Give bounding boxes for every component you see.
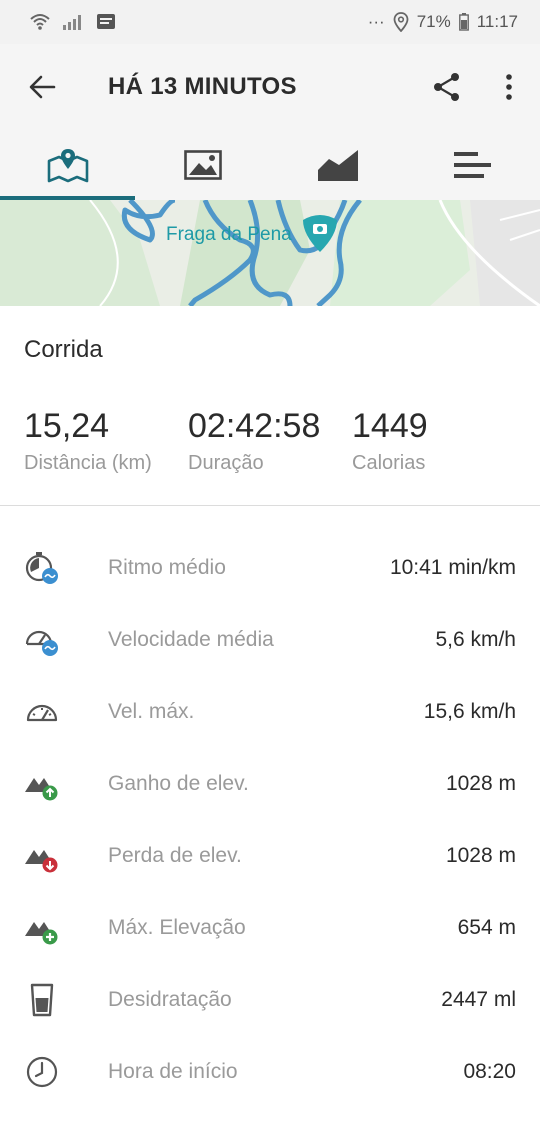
- status-bar: ··· 71% 11:17: [0, 0, 540, 44]
- location-icon: [393, 12, 409, 32]
- wifi-icon: [30, 14, 50, 30]
- stat-label: Ganho de elev.: [108, 772, 249, 795]
- avg-speed-icon: [24, 622, 60, 658]
- tab-bar: [0, 130, 540, 200]
- stat-label: Ritmo médio: [108, 556, 226, 579]
- stat-value: 1028 m: [445, 772, 516, 795]
- stat-row-avg-pace: Ritmo médio 10:41 min/km: [0, 532, 540, 604]
- summary-label: Calorias: [352, 452, 426, 474]
- battery-icon: [458, 13, 469, 31]
- stat-row-start-time: Hora de início 08:20: [0, 1036, 540, 1108]
- chart-icon: [317, 150, 358, 181]
- stat-value: 2447 ml: [441, 988, 516, 1011]
- tab-map[interactable]: [0, 130, 135, 200]
- stat-row-max-speed: Vel. máx. 15,6 km/h: [0, 676, 540, 748]
- stat-value: 08:20: [463, 1060, 516, 1083]
- dehydration-icon: [24, 982, 60, 1018]
- share-icon: [434, 73, 459, 101]
- signal-icon: [63, 15, 81, 30]
- back-button[interactable]: [0, 44, 84, 130]
- stat-row-elevation-loss: Perda de elev. 1028 m: [0, 820, 540, 892]
- map-place-label: Fraga da Pena: [166, 224, 292, 245]
- clock-time: 11:17: [476, 12, 518, 31]
- list-icon: [453, 152, 491, 178]
- message-icon: [97, 14, 115, 29]
- summary-duration: 02:42:58 Duração: [188, 404, 320, 475]
- page-title: HÁ 13 MINUTOS: [108, 73, 297, 100]
- stat-row-avg-speed: Velocidade média 5,6 km/h: [0, 604, 540, 676]
- max-speed-icon: [24, 694, 60, 730]
- elevation-loss-icon: [24, 838, 60, 874]
- start-time-icon: [24, 1054, 60, 1090]
- stat-label: Vel. máx.: [108, 700, 195, 723]
- avg-pace-icon: [24, 550, 60, 586]
- tab-details[interactable]: [405, 130, 540, 200]
- stat-value: 10:41 min/km: [389, 556, 516, 579]
- tab-charts[interactable]: [270, 130, 405, 200]
- stat-row-dehydration: Desidratação 2447 ml: [0, 964, 540, 1036]
- elevation-gain-icon: [24, 766, 60, 802]
- stats-list: Ritmo médio 10:41 min/km Velocidade médi…: [0, 532, 540, 1108]
- battery-percent: 71%: [416, 12, 451, 31]
- summary-stats: 15,24 Distância (km) 02:42:58 Duração 14…: [0, 404, 540, 484]
- summary-calories: 1449 Calorias: [352, 404, 428, 475]
- summary-label: Duração: [188, 452, 264, 474]
- share-button[interactable]: [416, 44, 478, 130]
- max-elevation-icon: [24, 910, 60, 946]
- summary-value: 1449: [352, 407, 428, 445]
- stat-value: 5,6 km/h: [435, 628, 516, 651]
- stat-label: Desidratação: [108, 988, 232, 1011]
- stat-label: Hora de início: [108, 1060, 238, 1083]
- arrow-left-icon: [29, 75, 56, 99]
- stat-value: 1028 m: [445, 844, 516, 867]
- more-vert-icon: [506, 74, 512, 100]
- stat-row-elevation-gain: Ganho de elev. 1028 m: [0, 748, 540, 820]
- map-background: [0, 200, 540, 306]
- stat-value: 654 m: [457, 916, 516, 939]
- app-bar: HÁ 13 MINUTOS: [0, 44, 540, 130]
- tab-photos[interactable]: [135, 130, 270, 200]
- more-options-button[interactable]: [478, 44, 540, 130]
- stat-label: Máx. Elevação: [108, 916, 246, 939]
- activity-type: Corrida: [24, 336, 103, 363]
- summary-value: 15,24: [24, 407, 110, 445]
- summary-distance: 15,24 Distância (km): [24, 404, 152, 475]
- summary-label: Distância (km): [24, 452, 152, 474]
- stat-row-max-elevation: Máx. Elevação 654 m: [0, 892, 540, 964]
- image-icon: [183, 150, 222, 180]
- route-map[interactable]: Fraga da Pena: [0, 200, 540, 306]
- stat-label: Velocidade média: [108, 628, 274, 651]
- map-pin-icon: [47, 149, 88, 183]
- summary-value: 02:42:58: [188, 407, 321, 445]
- stat-value: 15,6 km/h: [423, 700, 516, 723]
- stat-label: Perda de elev.: [108, 844, 242, 867]
- status-dots: ···: [367, 12, 385, 31]
- divider: [0, 505, 540, 506]
